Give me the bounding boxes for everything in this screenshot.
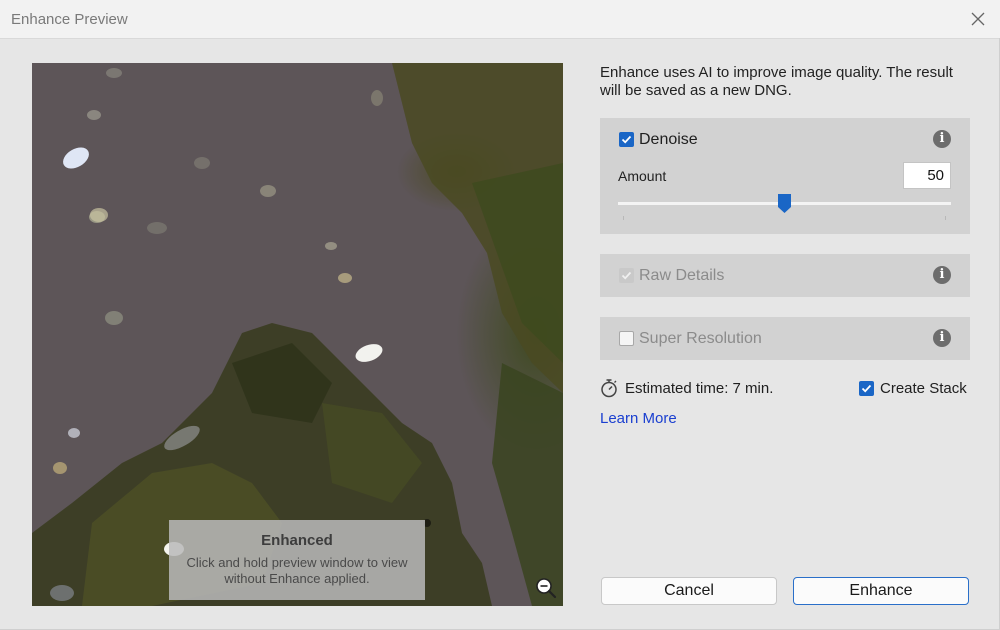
- amount-label: Amount: [618, 168, 667, 184]
- enhanced-overlay: Enhanced Click and hold preview window t…: [169, 520, 425, 600]
- super-resolution-label: Super Resolution: [639, 330, 762, 347]
- create-stack-label: Create Stack: [880, 380, 967, 397]
- description-text: Enhance uses AI to improve image quality…: [600, 64, 953, 99]
- denoise-label: Denoise: [639, 131, 698, 148]
- raw-details-checkbox[interactable]: [619, 268, 634, 283]
- stopwatch-icon: [600, 378, 618, 398]
- cancel-button[interactable]: Cancel: [601, 577, 777, 605]
- preview-image[interactable]: Enhanced Click and hold preview window t…: [32, 63, 563, 606]
- overlay-title: Enhanced: [261, 532, 333, 549]
- amount-slider-thumb[interactable]: [778, 194, 791, 214]
- denoise-info-icon[interactable]: i: [933, 130, 951, 148]
- zoom-out-icon[interactable]: [534, 576, 558, 600]
- raw-details-info-icon[interactable]: i: [933, 266, 951, 284]
- denoise-panel: Denoise i Amount 50: [600, 118, 970, 234]
- raw-details-label: Raw Details: [639, 267, 725, 284]
- window-title: Enhance Preview: [11, 11, 128, 28]
- slider-tick-max: [945, 216, 946, 220]
- amount-input[interactable]: 50: [903, 162, 951, 189]
- create-stack-checkbox[interactable]: [859, 381, 874, 396]
- title-bar: Enhance Preview: [0, 0, 1000, 39]
- learn-more-link[interactable]: Learn More: [600, 410, 677, 427]
- super-resolution-panel: Super Resolution i: [600, 317, 970, 360]
- slider-tick-min: [623, 216, 624, 220]
- denoise-checkbox[interactable]: [619, 132, 634, 147]
- super-resolution-checkbox[interactable]: [619, 331, 634, 346]
- close-icon[interactable]: [968, 9, 988, 29]
- super-resolution-info-icon[interactable]: i: [933, 329, 951, 347]
- enhance-button[interactable]: Enhance: [793, 577, 969, 605]
- overlay-instructions: Click and hold preview window to view wi…: [186, 555, 408, 586]
- estimated-time-text: Estimated time: 7 min.: [625, 380, 774, 397]
- raw-details-panel: Raw Details i: [600, 254, 970, 297]
